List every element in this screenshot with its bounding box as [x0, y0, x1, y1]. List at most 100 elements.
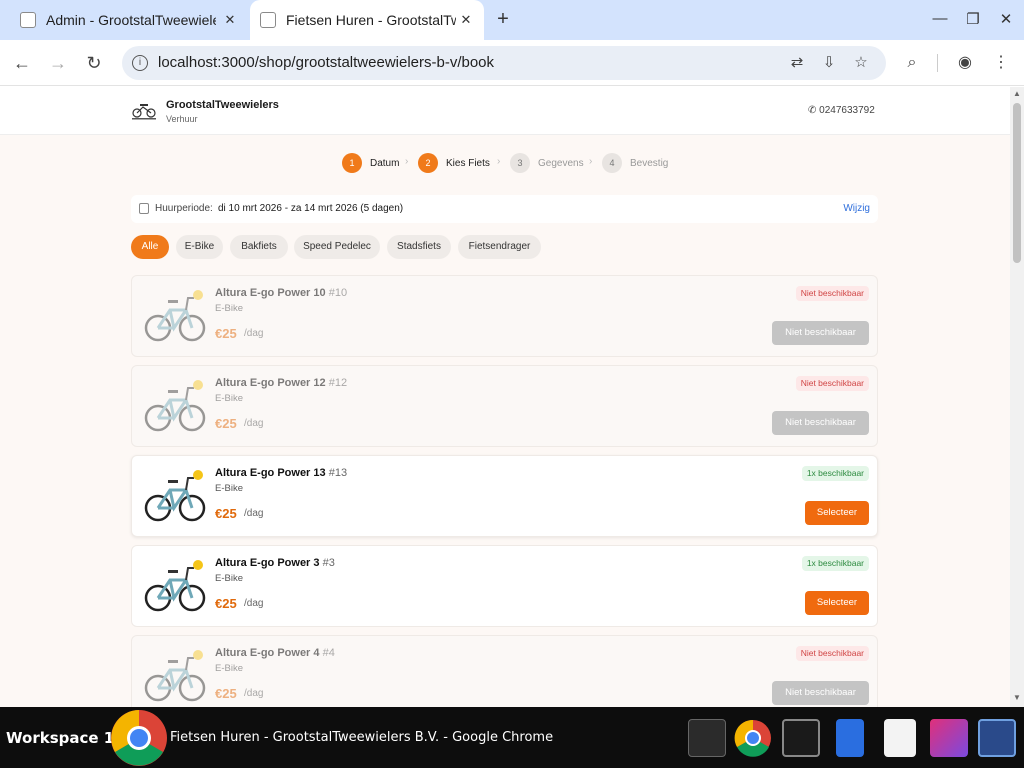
- close-tab-icon[interactable]: ✕: [458, 12, 474, 28]
- filter-stadsfiets[interactable]: Stadsfiets: [387, 235, 451, 259]
- tab-admin[interactable]: Admin - GrootstalTweewielers ✕: [8, 0, 248, 40]
- page-scrollbar[interactable]: ▲ ▼: [1010, 87, 1024, 707]
- period-value: di 10 mrt 2026 - za 14 mrt 2026 (5 dagen…: [218, 203, 404, 214]
- new-tab-button[interactable]: +: [492, 8, 514, 30]
- phone-number: 0247633792: [819, 105, 875, 116]
- edit-period-link[interactable]: Wijzig: [843, 203, 870, 214]
- scroll-down-icon[interactable]: ▼: [1012, 693, 1022, 702]
- maximize-icon[interactable]: ❐: [963, 10, 983, 28]
- image-viewer-icon[interactable]: [930, 719, 968, 757]
- menu-kebab-icon[interactable]: ⋮: [991, 53, 1011, 73]
- close-tab-icon[interactable]: ✕: [222, 12, 238, 28]
- install-app-icon[interactable]: ⇩: [820, 54, 838, 72]
- e-bike-image: [144, 560, 206, 612]
- select-button[interactable]: Selecteer: [805, 591, 869, 615]
- bike-price: €25: [215, 686, 237, 701]
- bike-price: €25: [215, 416, 237, 431]
- workspace-label[interactable]: Workspace 1: [6, 729, 114, 747]
- scroll-up-icon[interactable]: ▲: [1012, 89, 1022, 98]
- phone-link[interactable]: ✆ 0247633792: [808, 105, 875, 116]
- brand-name[interactable]: GrootstalTweewielers: [166, 99, 279, 111]
- translate-icon[interactable]: ⇄: [788, 54, 806, 72]
- status-badge: Niet beschikbaar: [795, 376, 869, 391]
- step-number: 4: [602, 153, 622, 173]
- profile-icon[interactable]: ◉: [955, 53, 975, 73]
- phone-icon: ✆: [808, 105, 817, 116]
- filter-alle[interactable]: Alle: [131, 235, 169, 259]
- step-datum[interactable]: 1 Datum: [342, 153, 399, 173]
- step-label: Gegevens: [538, 157, 584, 169]
- bike-card: Altura E-go Power 3 #3 E-Bike €25 /dag 1…: [131, 545, 878, 627]
- reload-icon[interactable]: ↻: [83, 52, 105, 74]
- chevron-right-icon: ›: [405, 156, 409, 167]
- bike-name: Altura E-go Power 13 #13: [215, 467, 348, 479]
- file-manager-icon[interactable]: [836, 719, 864, 757]
- step-bevestig: 4 Bevestig: [602, 153, 668, 173]
- bike-card: Altura E-go Power 4 #4 E-Bike €25 /dag N…: [131, 635, 878, 707]
- search-tabs-icon[interactable]: ⌕: [902, 53, 922, 73]
- bike-category: E-Bike: [215, 303, 243, 314]
- browser-tab-bar: Admin - GrootstalTweewielers ✕ Fietsen H…: [0, 0, 1024, 40]
- e-bike-image: [144, 470, 206, 522]
- bike-category: E-Bike: [215, 393, 243, 404]
- url-text[interactable]: localhost:3000/shop/grootstaltweewielers…: [158, 54, 494, 71]
- os-taskbar: Workspace 1 Fietsen Huren - GrootstalTwe…: [0, 707, 1024, 768]
- step-gegevens: 3 Gegevens: [510, 153, 584, 173]
- filter-speed-pedelec[interactable]: Speed Pedelec: [294, 235, 380, 259]
- step-label: Bevestig: [630, 157, 669, 169]
- bike-card: Altura E-go Power 13 #13 E-Bike €25 /dag…: [131, 455, 878, 537]
- price-unit: /dag: [244, 508, 264, 519]
- step-label: Datum: [370, 157, 400, 169]
- tab-title: Admin - GrootstalTweewielers: [46, 12, 216, 28]
- booking-steps: 1 Datum › 2 Kies Fiets › 3 Gegevens › 4 …: [0, 153, 1010, 173]
- address-bar[interactable]: i localhost:3000/shop/grootstaltweewiele…: [122, 46, 886, 80]
- unavailable-button[interactable]: Niet beschikbaar: [772, 321, 869, 345]
- step-number: 2: [418, 153, 438, 173]
- status-badge: Niet beschikbaar: [795, 286, 869, 301]
- tab-fietsen-huren[interactable]: Fietsen Huren - GrootstalTweewielers ✕: [250, 0, 484, 40]
- price-unit: /dag: [244, 328, 264, 339]
- chrome-app-icon[interactable]: [110, 709, 168, 767]
- unavailable-button[interactable]: Niet beschikbaar: [772, 681, 869, 705]
- e-bike-image: [144, 290, 206, 342]
- document-viewer-icon[interactable]: [884, 719, 916, 757]
- step-kies-fiets[interactable]: 2 Kies Fiets: [418, 153, 490, 173]
- e-bike-image: [144, 650, 206, 702]
- terminal-icon[interactable]: [688, 719, 726, 757]
- filter-e-bike[interactable]: E-Bike: [176, 235, 223, 259]
- tab-title: Fietsen Huren - GrootstalTweewielers: [286, 12, 456, 28]
- page-content: GrootstalTweewielers Verhuur ✆ 024763379…: [0, 87, 1010, 707]
- bike-price: €25: [215, 506, 237, 521]
- bookmark-star-icon[interactable]: ☆: [852, 54, 870, 72]
- site-header: GrootstalTweewielers Verhuur ✆ 024763379…: [0, 87, 1010, 135]
- filter-bakfiets[interactable]: Bakfiets: [230, 235, 288, 259]
- forward-icon[interactable]: →: [47, 52, 69, 74]
- site-info-icon[interactable]: i: [132, 55, 148, 71]
- status-badge: 1x beschikbaar: [801, 556, 869, 571]
- e-bike-image: [144, 380, 206, 432]
- step-number: 3: [510, 153, 530, 173]
- chrome-icon[interactable]: [734, 719, 772, 757]
- scroll-thumb[interactable]: [1013, 103, 1021, 263]
- rental-period-bar: Huurperiode: di 10 mrt 2026 - za 14 mrt …: [131, 195, 878, 223]
- close-window-icon[interactable]: ✕: [996, 10, 1016, 28]
- bike-category: E-Bike: [215, 573, 243, 584]
- bike-price: €25: [215, 326, 237, 341]
- active-window-title[interactable]: Fietsen Huren - GrootstalTweewielers B.V…: [170, 730, 553, 745]
- select-button[interactable]: Selecteer: [805, 501, 869, 525]
- bike-name: Altura E-go Power 12 #12: [215, 377, 348, 389]
- filter-fietsendrager[interactable]: Fietsendrager: [458, 235, 541, 259]
- minimize-icon[interactable]: —: [930, 10, 950, 27]
- price-unit: /dag: [244, 688, 264, 699]
- bike-category: E-Bike: [215, 663, 243, 674]
- text-editor-icon[interactable]: [782, 719, 820, 757]
- back-icon[interactable]: ←: [11, 52, 33, 74]
- calculator-icon[interactable]: [978, 719, 1016, 757]
- toolbar-divider: [937, 54, 938, 72]
- bike-card: Altura E-go Power 10 #10 E-Bike €25 /dag…: [131, 275, 878, 357]
- browser-toolbar: ← → ↻ i localhost:3000/shop/grootstaltwe…: [0, 40, 1024, 86]
- calendar-icon: [139, 203, 149, 214]
- bike-name: Altura E-go Power 4 #4: [215, 647, 335, 659]
- favicon-icon: [20, 12, 36, 28]
- unavailable-button[interactable]: Niet beschikbaar: [772, 411, 869, 435]
